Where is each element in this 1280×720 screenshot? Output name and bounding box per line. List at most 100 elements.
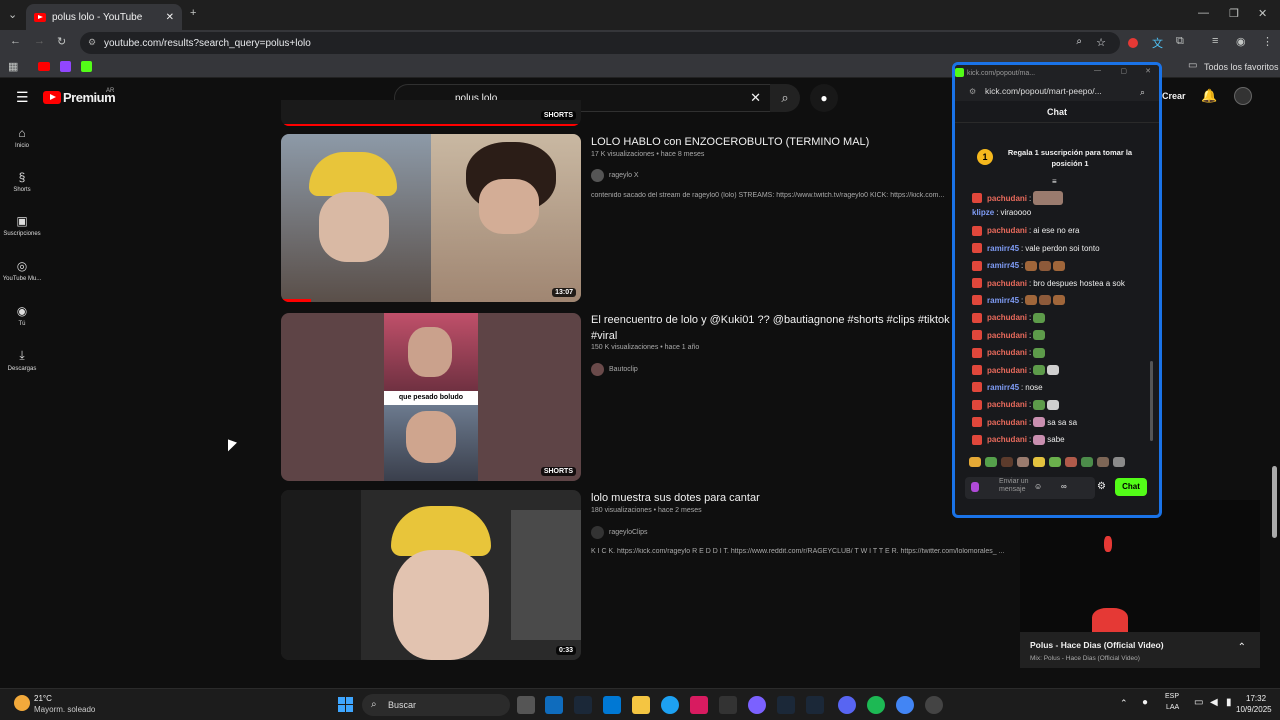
kick-url-bar[interactable]: ⚙ kick.com/popout/mart-peepo/... ⌕ <box>955 81 1159 101</box>
sidebar-item-downloads[interactable]: ⤓ Descargas <box>0 348 44 372</box>
channel-link[interactable]: rageyloClips <box>591 526 648 539</box>
hamburger-menu-icon[interactable]: ☰ <box>16 89 29 106</box>
battery-icon[interactable]: ▮ <box>1226 697 1232 708</box>
network-icon[interactable]: ▭ <box>1194 697 1203 708</box>
chat-username[interactable]: pachudani <box>987 435 1027 444</box>
extension-translate-icon[interactable]: 文 <box>1152 35 1163 51</box>
chat-username[interactable]: pachudani <box>987 331 1027 340</box>
maximize-icon[interactable]: ▢ <box>1120 67 1127 75</box>
zoom-icon[interactable]: ⌕ <box>1140 87 1145 98</box>
steam-icon-3[interactable] <box>806 696 824 714</box>
back-icon[interactable]: ← <box>10 35 21 47</box>
bookmark-twitch-icon[interactable] <box>60 61 71 72</box>
store-icon[interactable] <box>603 696 621 714</box>
mini-player-title[interactable]: Polus - Hace Dias (Official Video) <box>1030 640 1164 650</box>
mini-player[interactable]: Polus - Hace Dias (Official Video) Mix: … <box>1020 500 1260 668</box>
chat-username[interactable]: ramirr45 <box>987 383 1019 392</box>
tab-search-icon[interactable]: ⌄ <box>8 8 17 21</box>
extension-red-icon[interactable] <box>1128 38 1138 48</box>
all-bookmarks-label[interactable]: Todos los favoritos <box>1204 62 1279 72</box>
pinned-expand-icon[interactable]: ≡ <box>1052 177 1057 186</box>
emote-icon[interactable] <box>1065 457 1077 467</box>
site-info-icon[interactable]: ⚙ <box>88 37 96 48</box>
chat-username[interactable]: ramirr45 <box>987 261 1019 270</box>
emote-icon[interactable] <box>1113 457 1125 467</box>
language-label-1[interactable]: ESP <box>1165 693 1179 700</box>
microphone-tray-icon[interactable]: ● <box>1142 697 1148 708</box>
clear-search-icon[interactable]: ✕ <box>750 90 761 106</box>
close-window-icon[interactable]: ✕ <box>1258 7 1267 20</box>
chat-username[interactable]: pachudani <box>987 418 1027 427</box>
channel-link[interactable]: Bautoclip <box>591 363 638 376</box>
gift-sub-promo[interactable]: Regala 1 suscripción para tomar la posic… <box>1001 147 1139 169</box>
forward-icon[interactable]: → <box>34 35 45 47</box>
bookmark-youtube-icon[interactable] <box>38 62 50 71</box>
browser-tab[interactable]: polus lolo - YouTube ✕ <box>26 4 182 30</box>
steam-icon-2[interactable] <box>777 696 795 714</box>
weather-icon[interactable] <box>14 695 30 711</box>
video-title[interactable]: LOLO HABLO con ENZOCEROBULTO (TERMINO MA… <box>591 136 869 148</box>
video-title[interactable]: lolo muestra sus dotes para cantar <box>591 492 760 504</box>
emote-picker-icon[interactable]: ☺ <box>1034 482 1042 491</box>
sidebar-item-music[interactable]: ◎ YouTube Mu... <box>0 259 44 282</box>
emote-icon[interactable] <box>1049 457 1061 467</box>
edge-icon[interactable] <box>661 696 679 714</box>
volume-icon[interactable]: ◀ <box>1210 697 1218 708</box>
site-info-icon[interactable]: ⚙ <box>969 87 976 96</box>
close-window-icon[interactable]: ✕ <box>1145 67 1151 75</box>
sidebar-item-subscriptions[interactable]: ▣ Suscripciones <box>0 214 44 237</box>
minimize-icon[interactable]: — <box>1094 67 1101 74</box>
sidebar-item-home[interactable]: ⌂ Inicio <box>0 126 44 149</box>
clock-time[interactable]: 17:32 <box>1246 694 1266 703</box>
sidebar-item-shorts[interactable]: § Shorts <box>0 170 44 193</box>
chat-username[interactable]: pachudani <box>987 366 1027 375</box>
emote-icon[interactable] <box>985 457 997 467</box>
outlook-icon[interactable] <box>545 696 563 714</box>
reload-icon[interactable]: ↻ <box>57 35 66 48</box>
chat-username[interactable]: ramirr45 <box>987 296 1019 305</box>
app-icon-2[interactable] <box>925 696 943 714</box>
new-tab-icon[interactable]: + <box>190 7 196 19</box>
maximize-icon[interactable]: ❐ <box>1229 7 1239 20</box>
chat-message-input[interactable]: Enviar un mensaje ☺ ∞ <box>965 477 1095 499</box>
send-chat-button[interactable]: Chat <box>1115 478 1147 496</box>
tray-chevron-icon[interactable]: ⌃ <box>1120 698 1128 709</box>
video-title-line2[interactable]: #viral <box>591 330 617 342</box>
account-avatar[interactable] <box>1234 87 1252 105</box>
address-bar[interactable]: ⚙ youtube.com/results?search_query=polus… <box>80 32 1120 54</box>
video-thumbnail[interactable]: 0:33 <box>281 490 581 660</box>
clock-date[interactable]: 10/9/2025 <box>1236 705 1272 714</box>
search-button[interactable]: ⌕ <box>770 84 800 112</box>
discord-icon[interactable] <box>838 696 856 714</box>
extensions-icon[interactable]: ⧉ <box>1176 35 1184 48</box>
chat-username[interactable]: pachudani <box>987 226 1027 235</box>
task-view-icon[interactable] <box>517 696 535 714</box>
microphone-icon[interactable] <box>971 482 979 492</box>
create-button[interactable]: Crear <box>1162 91 1186 101</box>
emotes-menu-icon[interactable]: ∞ <box>1061 482 1067 491</box>
zoom-icon[interactable]: ⌕ <box>1076 36 1082 47</box>
chat-username[interactable]: pachudani <box>987 313 1027 322</box>
chat-username[interactable]: pachudani <box>987 400 1027 409</box>
chat-scrollbar[interactable] <box>1150 361 1153 441</box>
chat-settings-icon[interactable]: ⚙ <box>1097 481 1106 492</box>
bookmark-kick-icon[interactable] <box>81 61 92 72</box>
start-button[interactable] <box>338 697 353 712</box>
emote-icon[interactable] <box>1033 457 1045 467</box>
apps-icon[interactable]: ▦ <box>8 60 18 73</box>
epic-games-icon[interactable] <box>719 696 737 714</box>
chat-username[interactable]: pachudani <box>987 279 1027 288</box>
voice-search-button[interactable]: ● <box>810 84 838 112</box>
emote-icon[interactable] <box>1001 457 1013 467</box>
chat-username[interactable]: klipze <box>972 208 994 217</box>
media-control-icon[interactable]: ≡ <box>1212 35 1218 47</box>
file-explorer-icon[interactable] <box>632 696 650 714</box>
taskbar-search[interactable]: ⌕ Buscar <box>362 694 510 716</box>
chat-username[interactable]: pachudani <box>987 348 1027 357</box>
video-title[interactable]: El reencuentro de lolo y @Kuki01 ?? @bau… <box>591 314 953 326</box>
sidebar-item-you[interactable]: ◉ Tú <box>0 304 44 327</box>
language-label-2[interactable]: LAA <box>1166 704 1179 711</box>
emote-icon[interactable] <box>1097 457 1109 467</box>
expand-chevron-icon[interactable]: ⌃ <box>1238 642 1246 653</box>
video-thumbnail[interactable]: 13:07 <box>281 134 581 302</box>
